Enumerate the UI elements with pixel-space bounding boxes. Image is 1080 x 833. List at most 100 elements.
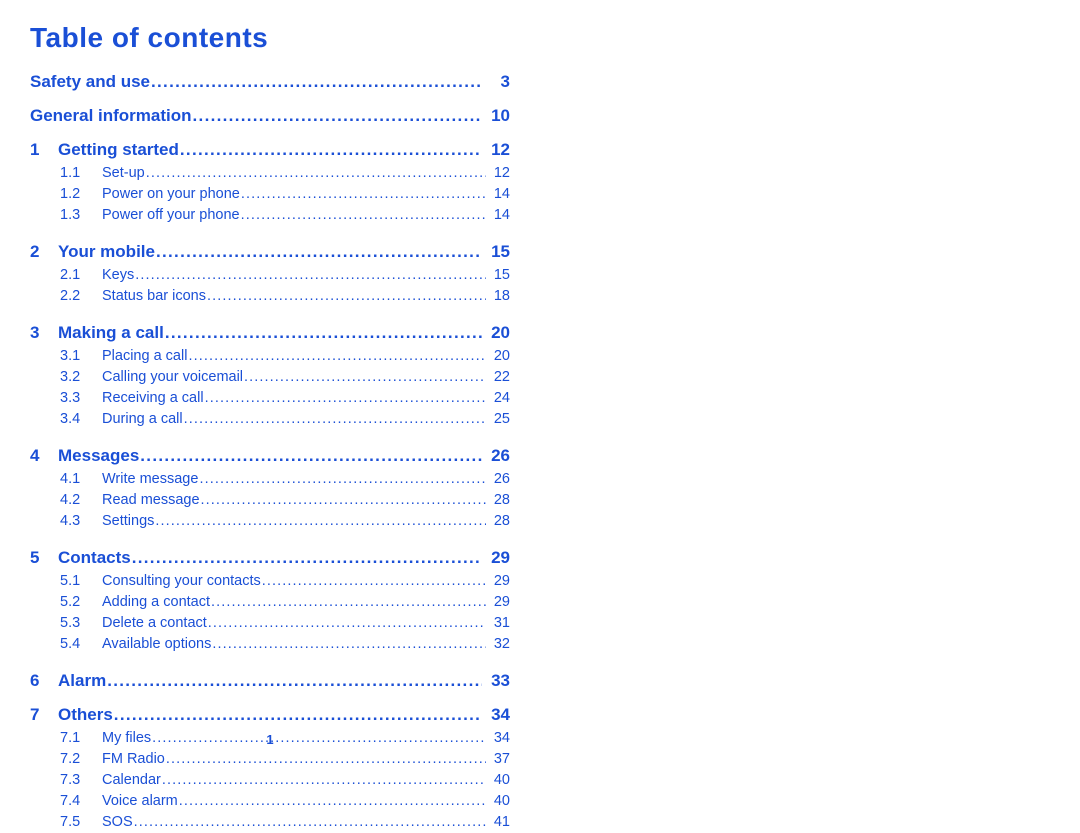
toc-leader-dots: ........................................…: [183, 412, 486, 427]
toc-group-gap: [30, 129, 510, 136]
toc-entry-label: During a call: [102, 411, 183, 427]
left-page: Table of contents Safety and use........…: [0, 0, 540, 830]
toc-entry[interactable]: 5.1 Consulting your contacts.............…: [30, 571, 510, 592]
toc-entry-page: 25: [493, 411, 510, 427]
toc-entry-label: Placing a call: [102, 348, 188, 364]
toc-entry[interactable]: 4.3 Settings.............................…: [30, 511, 510, 532]
toc-entry[interactable]: 4.2 Read message.........................…: [30, 490, 510, 511]
toc-entry-label: Power off your phone: [102, 207, 240, 223]
toc-leader-dots: ........................................…: [188, 349, 486, 364]
toc-entry[interactable]: 5.2 Adding a contact.....................…: [30, 592, 510, 613]
toc-entry[interactable]: 3.1 Placing a call.......................…: [30, 346, 510, 367]
toc-entry-number: 3.1: [60, 348, 81, 364]
toc-entry-number: 5.2: [60, 594, 81, 610]
toc-entry-number: 5: [30, 548, 40, 567]
toc-entry[interactable]: 6 Alarm..................................…: [30, 667, 510, 694]
toc-entry-page: 20: [491, 323, 510, 342]
toc-entry-label: Set-up: [102, 165, 145, 181]
toc-entry[interactable]: 4 Messages...............................…: [30, 442, 510, 469]
toc-leader-dots: ........................................…: [151, 73, 482, 90]
toc-entry-label: Contacts: [58, 548, 131, 567]
toc-group-gap: [30, 694, 510, 701]
toc-entry-page: 15: [491, 242, 510, 261]
toc-entry[interactable]: 7.4 Voice alarm..........................…: [30, 791, 510, 812]
toc-leader-dots: ........................................…: [165, 752, 486, 767]
toc-entry-page: 15: [493, 267, 510, 283]
toc-entry-number: 1.3: [60, 207, 81, 223]
toc-group-gap: [30, 226, 510, 238]
toc-leader-dots: ........................................…: [240, 187, 486, 202]
toc-entry-page: 26: [491, 446, 510, 465]
toc-entry-page: 3: [500, 72, 510, 91]
toc-entry-label: Calendar: [102, 772, 161, 788]
toc-entry-number: 3.2: [60, 369, 81, 385]
toc-entry-number: 4: [30, 446, 40, 465]
toc-leader-dots: ........................................…: [155, 514, 486, 529]
toc-entry-number: 5.1: [60, 573, 81, 589]
toc-group-gap: [30, 95, 510, 102]
toc-leader-dots: ........................................…: [131, 549, 482, 566]
toc-entry-page: 26: [493, 471, 510, 487]
toc-entry[interactable]: 7.5 SOS..................................…: [30, 812, 510, 833]
toc-entry-label: Messages: [58, 446, 140, 465]
toc-entry-page: 14: [493, 207, 510, 223]
toc-leader-dots: ........................................…: [107, 672, 482, 689]
toc-entry-number: 1.1: [60, 165, 81, 181]
toc-entry[interactable]: 3 Making a call..........................…: [30, 319, 510, 346]
toc-entry[interactable]: 2 Your mobile............................…: [30, 238, 510, 265]
toc-entry[interactable]: 7 Others.................................…: [30, 701, 510, 728]
toc-entry[interactable]: 3.3 Receiving a call.....................…: [30, 388, 510, 409]
toc-entry-page: 18: [493, 288, 510, 304]
toc-entry-page: 29: [493, 573, 510, 589]
toc-entry[interactable]: 2.2 Status bar icons.....................…: [30, 286, 510, 307]
toc-entry[interactable]: Safety and use..........................…: [30, 68, 510, 95]
toc-entry-number: 7: [30, 705, 40, 724]
toc-entry[interactable]: 7.3 Calendar.............................…: [30, 770, 510, 791]
toc-entry[interactable]: 3.4 During a call........................…: [30, 409, 510, 430]
toc-entry-number: 5.4: [60, 636, 81, 652]
toc-page-spread: Table of contents Safety and use........…: [0, 0, 1080, 830]
toc-entry-number: 7.3: [60, 772, 81, 788]
toc-entry[interactable]: 5 Contacts...............................…: [30, 544, 510, 571]
toc-entry-number: 3: [30, 323, 40, 342]
toc-leader-dots: ........................................…: [240, 208, 486, 223]
toc-leader-dots: ........................................…: [200, 493, 486, 508]
toc-entry-number: 5.3: [60, 615, 81, 631]
toc-entry[interactable]: 4.1 Write message........................…: [30, 469, 510, 490]
toc-entry-number: 2.2: [60, 288, 81, 304]
toc-group-gap: [30, 655, 510, 667]
toc-group-gap: [30, 430, 510, 442]
toc-leader-dots: ........................................…: [211, 595, 486, 610]
toc-leader-dots: ........................................…: [161, 773, 486, 788]
toc-entry-label: Getting started: [58, 140, 179, 159]
toc-entry-page: 24: [493, 390, 510, 406]
right-page: 7.6Voice Assist Dialing.................…: [540, 0, 1080, 767]
toc-entry-page: 33: [491, 671, 510, 690]
toc-entry-number: 2: [30, 242, 40, 261]
toc-entry[interactable]: General information.....................…: [30, 102, 510, 129]
toc-entry-page: 12: [491, 140, 510, 159]
toc-list-left: Safety and use..........................…: [30, 68, 510, 833]
toc-entry[interactable]: 1.2 Power on your phone..................…: [30, 184, 510, 205]
toc-entry-number: 3.3: [60, 390, 81, 406]
toc-entry[interactable]: 1 Getting started........................…: [30, 136, 510, 163]
toc-entry-number: 1: [30, 140, 40, 159]
toc-leader-dots: ........................................…: [192, 107, 482, 124]
toc-group-gap: [30, 532, 510, 544]
toc-entry-number: 1.2: [60, 186, 81, 202]
toc-entry-label: SOS: [102, 814, 133, 830]
toc-entry[interactable]: 2.1 Keys.................................…: [30, 265, 510, 286]
toc-entry-label: Delete a contact: [102, 615, 207, 631]
toc-entry[interactable]: 1.3 Power off your phone.................…: [30, 205, 510, 226]
toc-entry[interactable]: 3.2 Calling your voicemail...............…: [30, 367, 510, 388]
page-title: Table of contents: [30, 22, 269, 53]
toc-entry-label: Your mobile: [58, 242, 155, 261]
toc-entry-page: 41: [493, 814, 510, 830]
toc-entry[interactable]: 5.4 Available options....................…: [30, 634, 510, 655]
toc-entry[interactable]: 5.3 Delete a contact.....................…: [30, 613, 510, 634]
toc-leader-dots: ........................................…: [244, 370, 486, 385]
folio-left: 1: [266, 732, 274, 747]
toc-group-gap: [30, 307, 510, 319]
toc-entry-page: 14: [493, 186, 510, 202]
toc-entry[interactable]: 1.1 Set-up...............................…: [30, 163, 510, 184]
